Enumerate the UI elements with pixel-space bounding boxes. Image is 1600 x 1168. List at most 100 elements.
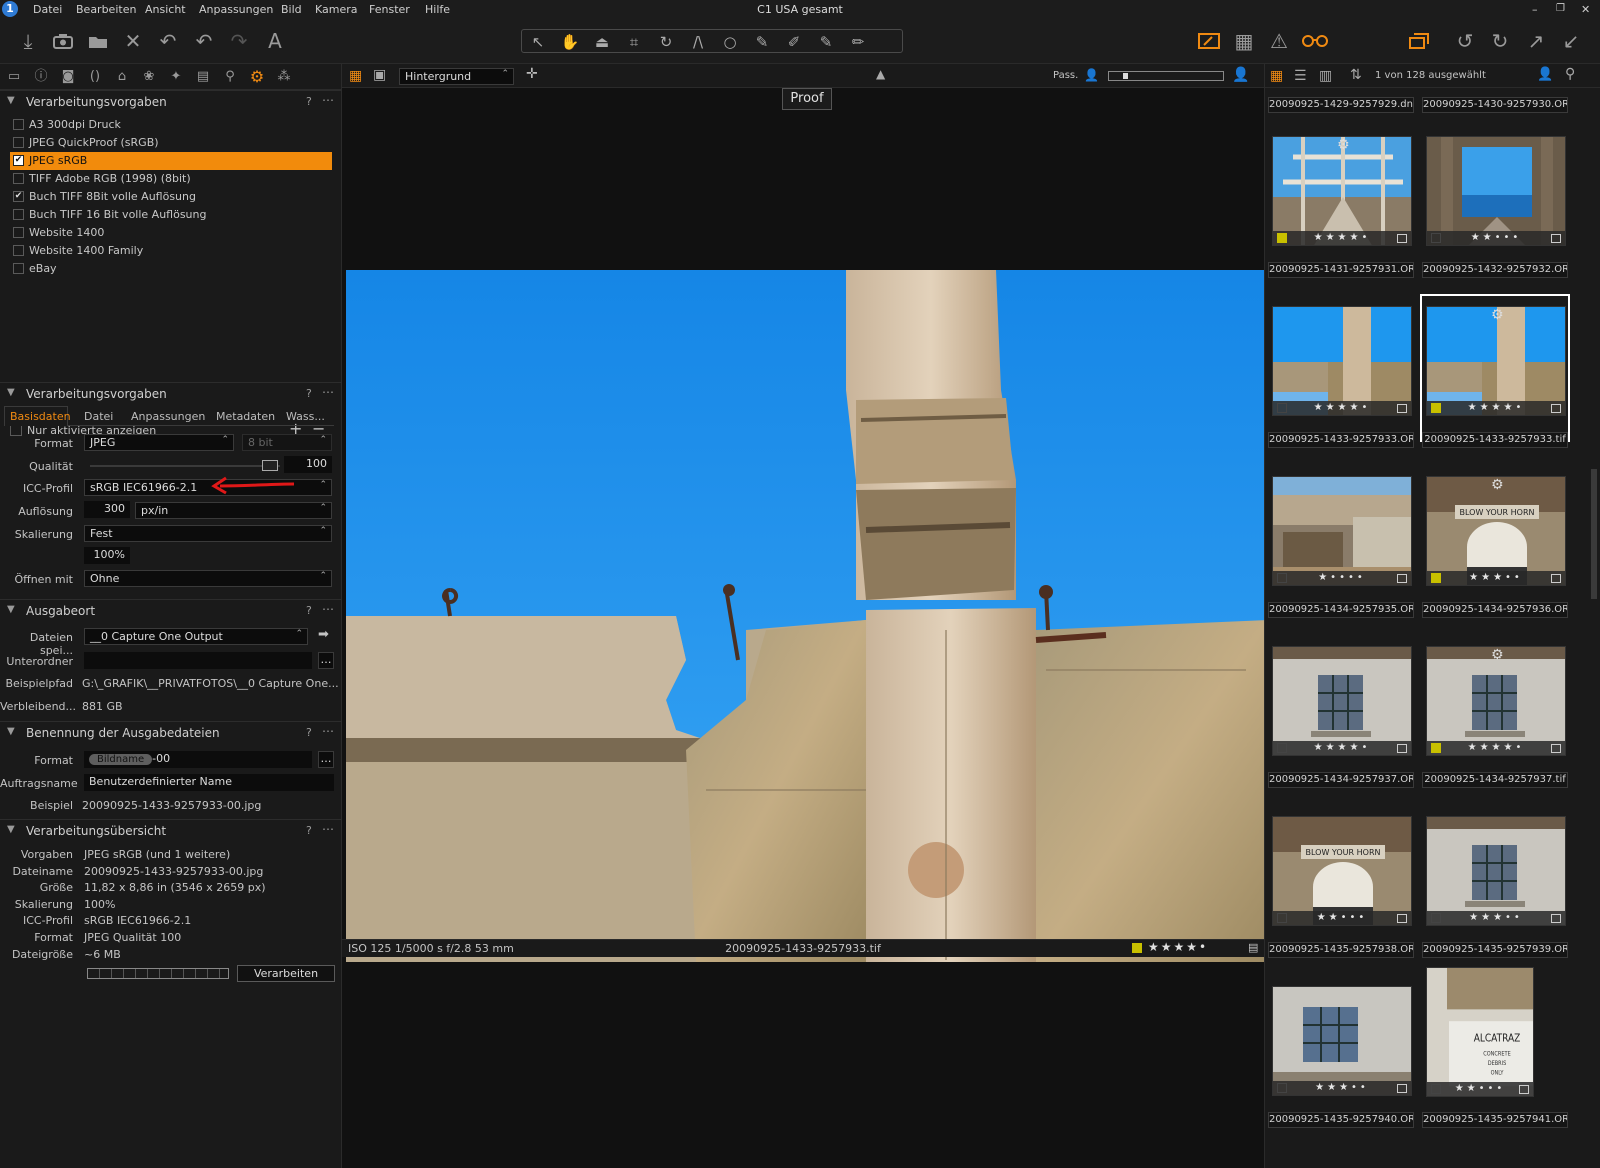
output-location-header[interactable]: ▼ Ausgabeort ? ⋯ <box>0 599 342 621</box>
thumbnail-rating[interactable]: ★★••• <box>1427 231 1565 245</box>
maximize-button[interactable]: ❐ <box>1556 3 1565 14</box>
more-icon[interactable]: ⋯ <box>322 602 334 616</box>
info-icon[interactable]: ⓘ <box>32 68 50 86</box>
color-tag[interactable] <box>1431 403 1441 413</box>
spot-removal-icon[interactable]: ○ <box>717 32 743 52</box>
thumbnail-rating[interactable]: ★★••• <box>1427 1082 1533 1096</box>
expand-icon[interactable]: ↗ <box>1523 28 1549 54</box>
tab-wasserzeichen[interactable]: Wass... <box>286 410 325 423</box>
pan-hand-icon[interactable]: ✋ <box>557 32 583 52</box>
recipe-item[interactable]: Website 1400 Family <box>10 242 332 260</box>
thumbnail-rating[interactable]: ★★★•• <box>1273 1081 1411 1095</box>
details-icon[interactable]: ✦ <box>167 68 185 86</box>
info-card-icon[interactable] <box>1397 914 1407 923</box>
naming-format-edit-button[interactable]: … <box>318 751 334 768</box>
thumbnail[interactable]: ★★★★• ⚙ <box>1272 136 1412 246</box>
undo-icon[interactable]: ↶ <box>191 28 217 54</box>
menu-kamera[interactable]: Kamera <box>315 3 358 16</box>
reset-icon[interactable]: ↶ <box>155 28 181 54</box>
recipe-checkbox[interactable] <box>13 227 24 238</box>
multi-view-icon[interactable]: ▦ <box>349 68 362 84</box>
thumbnail-rating[interactable]: ★★★•• <box>1427 571 1565 585</box>
edit-selected-icon[interactable] <box>1196 28 1222 54</box>
menu-bearbeiten[interactable]: Bearbeiten <box>76 3 136 16</box>
search-icon[interactable]: ⚲ <box>1565 66 1575 82</box>
rotate-left-icon[interactable]: ↺ <box>1452 28 1478 54</box>
text-annotation-icon[interactable]: A <box>262 28 288 54</box>
thumbnail[interactable]: BLOW YOUR HORN ★★★•• ⚙ <box>1426 476 1566 586</box>
more-icon[interactable]: ⋯ <box>322 822 334 836</box>
color-tag[interactable] <box>1277 233 1287 243</box>
process-button[interactable]: Verarbeiten <box>237 965 335 982</box>
info-card-icon[interactable] <box>1551 404 1561 413</box>
exposure-warning-icon[interactable]: ⚠ <box>1266 28 1292 54</box>
thumbnail[interactable]: ★★★•• <box>1426 816 1566 926</box>
capture-icon[interactable] <box>50 28 76 54</box>
color-tag[interactable] <box>1277 913 1287 923</box>
info-card-icon[interactable] <box>1519 1085 1529 1094</box>
camera-tab-icon[interactable]: ◙ <box>59 68 77 86</box>
background-select[interactable]: Hintergrund <box>399 68 514 85</box>
loupe-icon[interactable]: ⏏ <box>589 32 615 52</box>
pass-slider-handle[interactable] <box>1123 73 1128 79</box>
help-icon[interactable]: ? <box>306 95 312 108</box>
more-icon[interactable]: ⋯ <box>322 724 334 738</box>
help-icon[interactable]: ? <box>306 604 312 617</box>
color-tag[interactable] <box>1431 743 1441 753</box>
library-icon[interactable]: ▭ <box>5 68 23 86</box>
info-card-icon[interactable] <box>1551 234 1561 243</box>
recipe-details-header[interactable]: ▼ Verarbeitungsvorgaben ? ⋯ <box>0 382 342 404</box>
single-view-icon[interactable]: ▣ <box>373 67 386 83</box>
token-bildname[interactable]: Bildname <box>89 754 153 765</box>
redo-icon[interactable]: ↷ <box>226 28 252 54</box>
recipe-checkbox[interactable] <box>13 137 24 148</box>
recipe-item[interactable]: TIFF Adobe RGB (1998) (8bit) <box>10 170 332 188</box>
menu-datei[interactable]: Datei <box>33 3 62 16</box>
subfolder-input[interactable] <box>84 652 312 669</box>
recipe-checkbox[interactable] <box>13 263 24 274</box>
batch-icon[interactable]: ⁂ <box>275 68 293 86</box>
star-rating[interactable]: ★★★★• <box>1148 940 1208 954</box>
select-cursor-icon[interactable]: ↖ <box>525 32 551 52</box>
color-icon[interactable]: ❀ <box>140 68 158 86</box>
menu-fenster[interactable]: Fenster <box>369 3 410 16</box>
thumbnail[interactable]: ★★★★• <box>1272 646 1412 756</box>
color-tag[interactable] <box>1431 233 1441 243</box>
tab-basisdaten[interactable]: Basisdaten <box>10 410 71 423</box>
subfolder-browse-button[interactable]: … <box>318 652 334 669</box>
color-tag[interactable] <box>1431 573 1441 583</box>
rotate-right-icon[interactable]: ↻ <box>1487 28 1513 54</box>
user-filter-icon[interactable]: 👤 <box>1537 67 1553 82</box>
recipe-item[interactable]: A3 300dpi Druck <box>10 116 332 134</box>
collapse-icon[interactable]: ↙ <box>1558 28 1584 54</box>
recipe-item[interactable]: eBay <box>10 260 332 278</box>
menu-hilfe[interactable]: Hilfe <box>425 3 450 16</box>
quality-slider-handle[interactable] <box>262 460 278 471</box>
recipe-checkbox[interactable]: ✔ <box>13 155 24 166</box>
warning-icon[interactable]: ▲ <box>876 67 885 81</box>
recipe-checkbox[interactable] <box>13 173 24 184</box>
recipe-item[interactable]: Buch TIFF 16 Bit volle Auflösung <box>10 206 332 224</box>
proof-glasses-icon[interactable] <box>1302 28 1328 54</box>
close-window-button[interactable]: ✕ <box>1581 3 1590 16</box>
recipe-item[interactable]: Website 1400 <box>10 224 332 242</box>
recipe-checkbox[interactable] <box>13 245 24 256</box>
info-card-icon[interactable] <box>1397 1084 1407 1093</box>
recipe-item[interactable]: JPEG QuickProof (sRGB) <box>10 134 332 152</box>
resolution-unit-select[interactable]: px/in <box>135 502 332 519</box>
job-name-input[interactable]: Benutzerdefinierter Name <box>84 774 334 791</box>
color-tag[interactable] <box>1132 943 1142 953</box>
move-to-folder-icon[interactable] <box>86 28 112 54</box>
process-summary-header[interactable]: ▼ Verarbeitungsübersicht ? ⋯ <box>0 819 342 841</box>
recipe-checkbox[interactable] <box>13 119 24 130</box>
color-tag[interactable] <box>1277 1083 1287 1093</box>
more-icon[interactable]: ⋯ <box>322 385 334 399</box>
info-card-icon[interactable] <box>1551 744 1561 753</box>
recipes-section-header[interactable]: ▼ Verarbeitungsvorgaben ? ⋯ <box>0 90 342 112</box>
open-with-select[interactable]: Ohne <box>84 570 332 587</box>
picker-icon[interactable]: ✎ <box>813 32 839 52</box>
thumbnail[interactable]: ALCATRAZ CONCRETE DEBRIS ONLY ★★••• <box>1426 967 1534 1097</box>
format-select[interactable]: JPEG <box>84 434 234 451</box>
thumbnail-rating[interactable]: ★★★★• <box>1273 231 1411 245</box>
add-overlay-icon[interactable]: ✛ <box>526 66 538 82</box>
